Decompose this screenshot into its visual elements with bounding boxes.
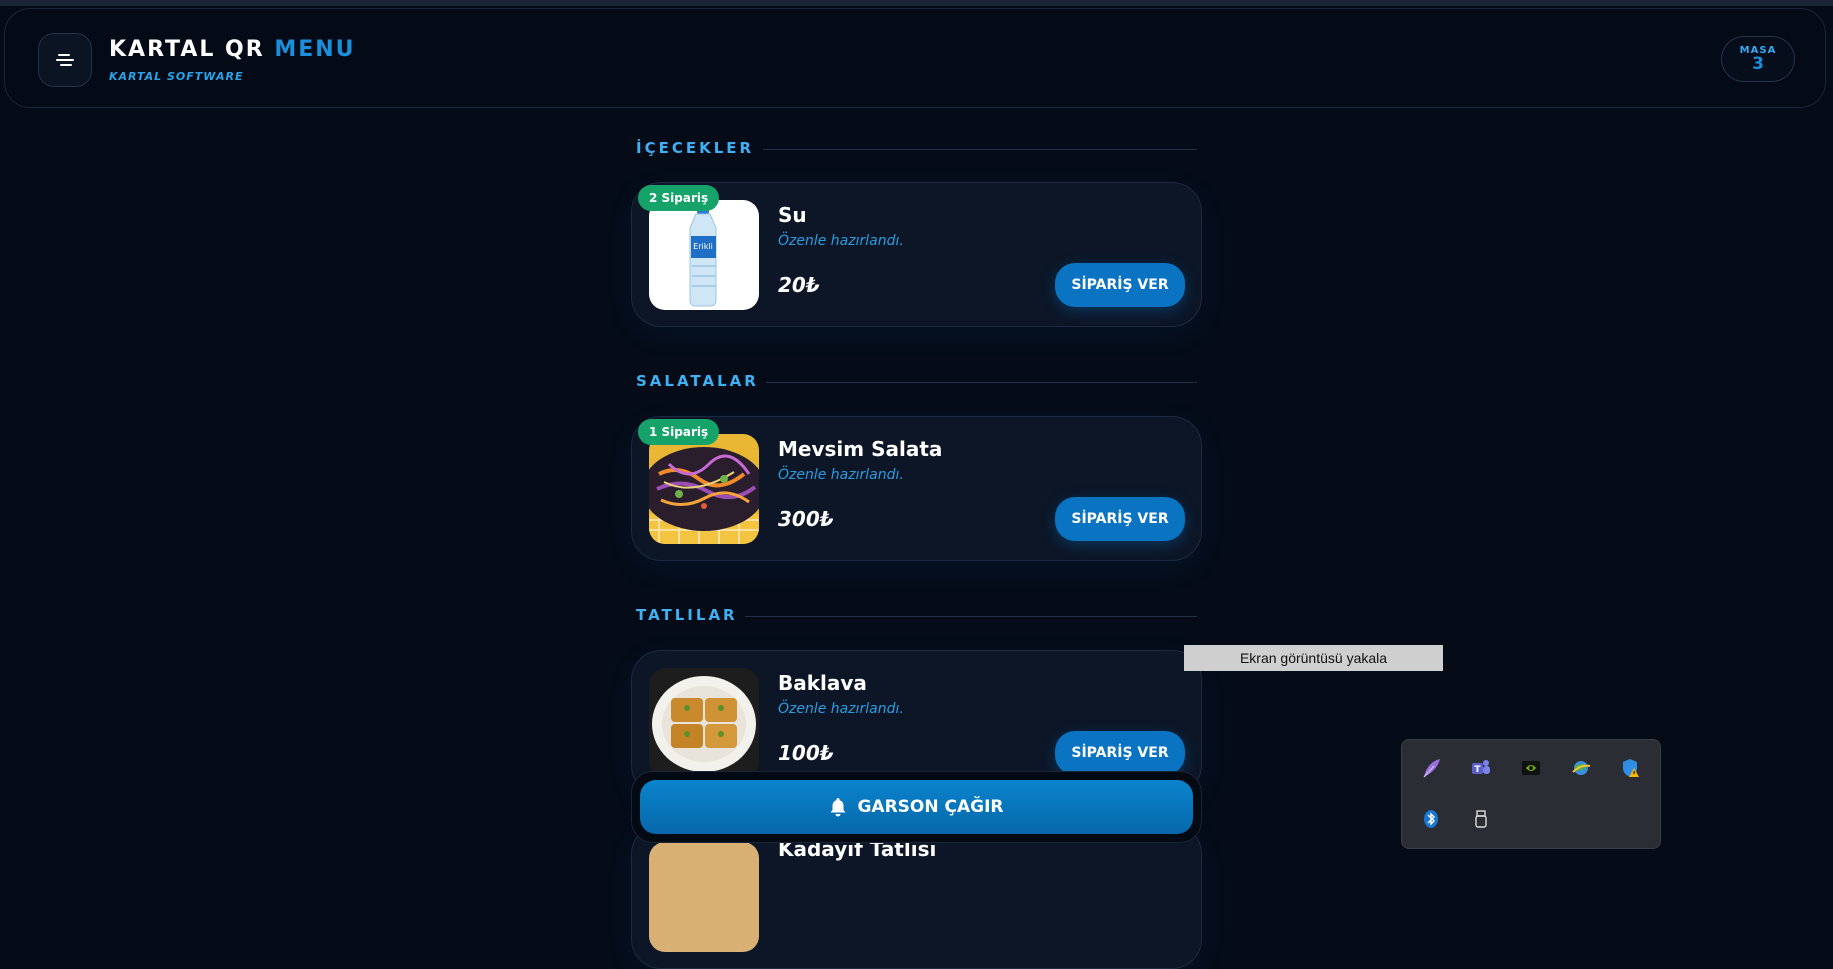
browser-top-border — [0, 0, 1833, 6]
app-header: KARTAL QR MENU KARTAL SOFTWARE MASA 3 — [4, 8, 1826, 108]
svg-text:Erikli: Erikli — [693, 242, 713, 251]
order-count-badge: 2 Sipariş — [638, 185, 720, 211]
bell-icon — [830, 798, 846, 817]
item-price: 300₺ — [778, 507, 834, 531]
table-number: 3 — [1752, 54, 1764, 74]
call-waiter-label: GARSON ÇAĞIR — [857, 797, 1004, 817]
order-button[interactable]: SİPARİŞ VER — [1055, 263, 1185, 307]
item-description: Özenle hazırlandı. — [778, 233, 904, 249]
brand-subtitle: KARTAL SOFTWARE — [109, 70, 244, 83]
system-tray-overflow: T — [1401, 739, 1661, 849]
svg-text:T: T — [1474, 765, 1481, 775]
order-button[interactable]: SİPARİŞ VER — [1055, 497, 1185, 541]
item-name: Su — [778, 203, 807, 227]
nvidia-icon[interactable] — [1518, 755, 1544, 781]
item-description: Özenle hazırlandı. — [778, 467, 904, 483]
teams-icon[interactable]: T — [1468, 755, 1494, 781]
item-name: Mevsim Salata — [778, 437, 943, 461]
item-description: Özenle hazırlandı. — [778, 701, 904, 717]
usb-drive-icon[interactable] — [1468, 806, 1494, 832]
menu-button[interactable] — [38, 33, 92, 87]
baklava-image — [652, 676, 756, 772]
hamburger-icon — [56, 54, 74, 66]
brand-title: KARTAL QR MENU — [109, 37, 356, 62]
section-divider — [766, 382, 1197, 383]
section-divider — [763, 149, 1197, 150]
water-bottle-icon: Erikli — [689, 206, 717, 307]
feather-icon[interactable] — [1418, 755, 1444, 781]
order-button[interactable]: SİPARİŞ VER — [1055, 731, 1185, 775]
brand: KARTAL QR MENU KARTAL SOFTWARE — [109, 37, 356, 83]
item-price: 20₺ — [778, 273, 820, 297]
section-title-salads: SALATALAR — [636, 372, 759, 390]
screenshot-tooltip: Ekran görüntüsü yakala — [1184, 645, 1443, 671]
item-image-water: Erikli — [649, 200, 759, 310]
bluetooth-icon[interactable] — [1418, 806, 1444, 832]
menu-item-card-partial: Kadayıf Tatlısı — [631, 824, 1202, 969]
section-title-drinks: İÇECEKLER — [636, 139, 755, 157]
item-image-baklava — [649, 668, 759, 778]
call-waiter-bar: GARSON ÇAĞIR — [631, 771, 1202, 843]
section-divider — [745, 616, 1197, 617]
item-price: 100₺ — [778, 741, 834, 765]
section-title-desserts: TATLILAR — [636, 606, 738, 624]
item-image-salad — [649, 434, 759, 544]
network-globe-icon[interactable] — [1568, 755, 1594, 781]
brand-main: KARTAL QR — [109, 37, 265, 62]
item-name: Baklava — [778, 671, 867, 695]
call-waiter-button[interactable]: GARSON ÇAĞIR — [640, 780, 1193, 834]
order-count-badge: 1 Sipariş — [638, 419, 720, 445]
salad-image — [649, 447, 759, 544]
brand-accent: MENU — [274, 37, 356, 62]
security-shield-warning-icon[interactable] — [1618, 755, 1644, 781]
menu-item-card: 1 Sipariş Mevsim Salata Özenle hazırland… — [631, 416, 1202, 561]
table-number-badge: MASA 3 — [1721, 36, 1795, 82]
menu-item-card: Erikli 2 Sipariş Su Özenle hazırlandı. 2… — [631, 182, 1202, 327]
